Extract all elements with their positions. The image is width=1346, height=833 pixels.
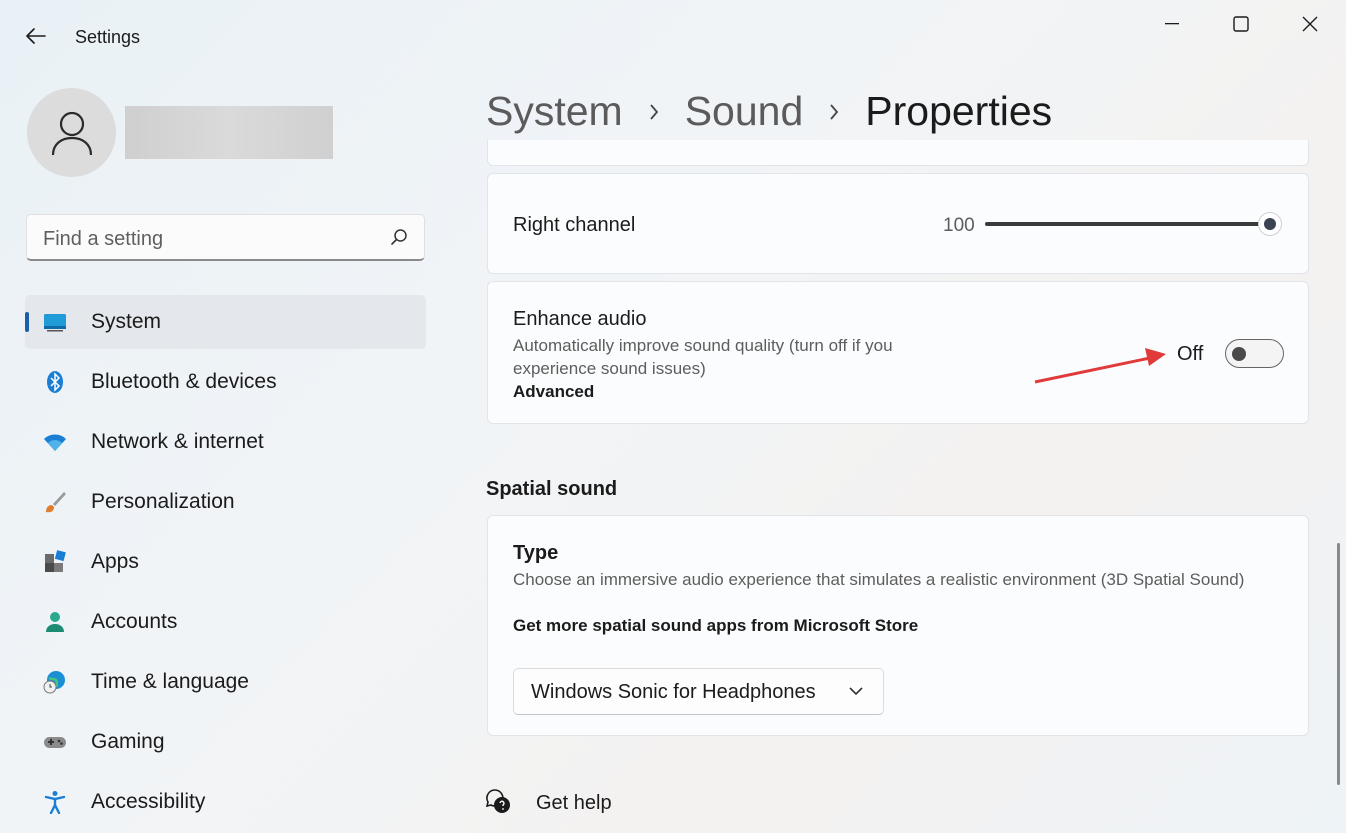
- spatial-type-title: Type: [513, 542, 559, 564]
- spatial-type-description: Choose an immersive audio experience tha…: [513, 570, 1245, 589]
- spatial-sound-dropdown[interactable]: Windows Sonic for Headphones: [513, 668, 884, 715]
- sidebar-item-network[interactable]: Network & internet: [25, 415, 426, 469]
- title-bar: Settings: [0, 0, 1346, 72]
- page-title: Properties: [865, 88, 1053, 134]
- store-link[interactable]: Get more spatial sound apps from Microso…: [513, 616, 918, 636]
- accounts-icon: [46, 612, 64, 632]
- app-title: Settings: [75, 27, 141, 47]
- enhance-audio-title: Enhance audio: [513, 308, 647, 330]
- sidebar-item-label: Bluetooth & devices: [91, 370, 277, 393]
- sidebar-item-accessibility[interactable]: Accessibility: [25, 775, 426, 829]
- enhance-audio-description: Automatically improve sound quality (tur…: [513, 336, 893, 378]
- maximize-icon: [1233, 16, 1249, 32]
- enhance-audio-card: Enhance audio Automatically improve soun…: [487, 281, 1309, 424]
- sidebar-item-label: Network & internet: [91, 430, 264, 453]
- sidebar-item-system[interactable]: System: [25, 295, 426, 349]
- sidebar-item-gaming[interactable]: Gaming: [25, 715, 426, 769]
- right-channel-card: Right channel 100: [487, 173, 1309, 274]
- back-button[interactable]: [20, 22, 52, 50]
- help-chat-icon: [486, 789, 510, 813]
- toggle-state-label: Off: [1177, 343, 1204, 365]
- sidebar-item-personalization[interactable]: Personalization: [25, 475, 426, 529]
- sidebar-item-bluetooth[interactable]: Bluetooth & devices: [25, 355, 426, 409]
- toggle-knob: [1232, 347, 1246, 361]
- globe-clock-icon: [43, 671, 65, 694]
- maximize-button[interactable]: [1218, 8, 1264, 40]
- close-icon: [1302, 16, 1318, 32]
- sidebar-item-label: Accessibility: [91, 790, 206, 813]
- spatial-sound-heading: Spatial sound: [486, 478, 618, 500]
- sidebar-item-label: Time & language: [91, 670, 249, 693]
- sidebar-item-time-language[interactable]: Time & language: [25, 655, 426, 709]
- slider-thumb-dot: [1264, 218, 1276, 230]
- right-channel-slider-thumb[interactable]: [1258, 212, 1282, 236]
- sidebar-item-label: Gaming: [91, 730, 165, 753]
- selection-indicator: [25, 312, 29, 332]
- gamepad-icon: [44, 737, 66, 748]
- spatial-type-card: Type Choose an immersive audio experienc…: [487, 515, 1309, 736]
- breadcrumb-system[interactable]: System: [486, 88, 623, 135]
- close-button[interactable]: [1287, 8, 1333, 40]
- chevron-right-icon: [829, 103, 839, 121]
- search-placeholder: Find a setting: [43, 228, 164, 250]
- chevron-right-icon: [649, 103, 659, 121]
- breadcrumb-sound[interactable]: Sound: [685, 88, 804, 135]
- enhance-audio-toggle[interactable]: [1225, 339, 1284, 368]
- bluetooth-icon: [47, 371, 63, 393]
- dropdown-selected-value: Windows Sonic for Headphones: [531, 681, 816, 703]
- right-channel-label: Right channel: [513, 214, 636, 236]
- sidebar-item-label: System: [91, 310, 162, 333]
- breadcrumb: System Sound Properties: [486, 88, 1052, 135]
- scrollbar[interactable]: [1337, 543, 1340, 785]
- back-arrow-icon: [26, 28, 46, 44]
- right-channel-slider-track[interactable]: [985, 222, 1273, 226]
- right-channel-value: 100: [943, 215, 975, 236]
- brush-icon: [46, 492, 66, 513]
- minimize-button[interactable]: [1149, 8, 1195, 40]
- sidebar-item-label: Apps: [91, 550, 139, 573]
- username-redacted: [125, 106, 333, 159]
- sidebar-nav: System Bluetooth & devices Network & int…: [25, 295, 426, 833]
- wifi-icon: [44, 434, 66, 451]
- advanced-link[interactable]: Advanced: [513, 382, 594, 402]
- search-input[interactable]: Find a setting: [26, 214, 425, 261]
- previous-setting-card: [487, 140, 1309, 166]
- search-icon: [391, 229, 407, 245]
- get-help-label: Get help: [536, 792, 612, 814]
- apps-icon: [45, 550, 66, 572]
- accessibility-icon: [44, 791, 66, 814]
- person-icon: [51, 111, 92, 155]
- sidebar-item-accounts[interactable]: Accounts: [25, 595, 426, 649]
- monitor-icon: [44, 314, 66, 332]
- sidebar-item-label: Accounts: [91, 610, 178, 633]
- avatar[interactable]: [27, 88, 116, 177]
- sidebar-item-label: Personalization: [91, 490, 235, 513]
- minimize-icon: [1165, 23, 1179, 25]
- sidebar-item-apps[interactable]: Apps: [25, 535, 426, 589]
- chevron-down-icon: [849, 687, 863, 696]
